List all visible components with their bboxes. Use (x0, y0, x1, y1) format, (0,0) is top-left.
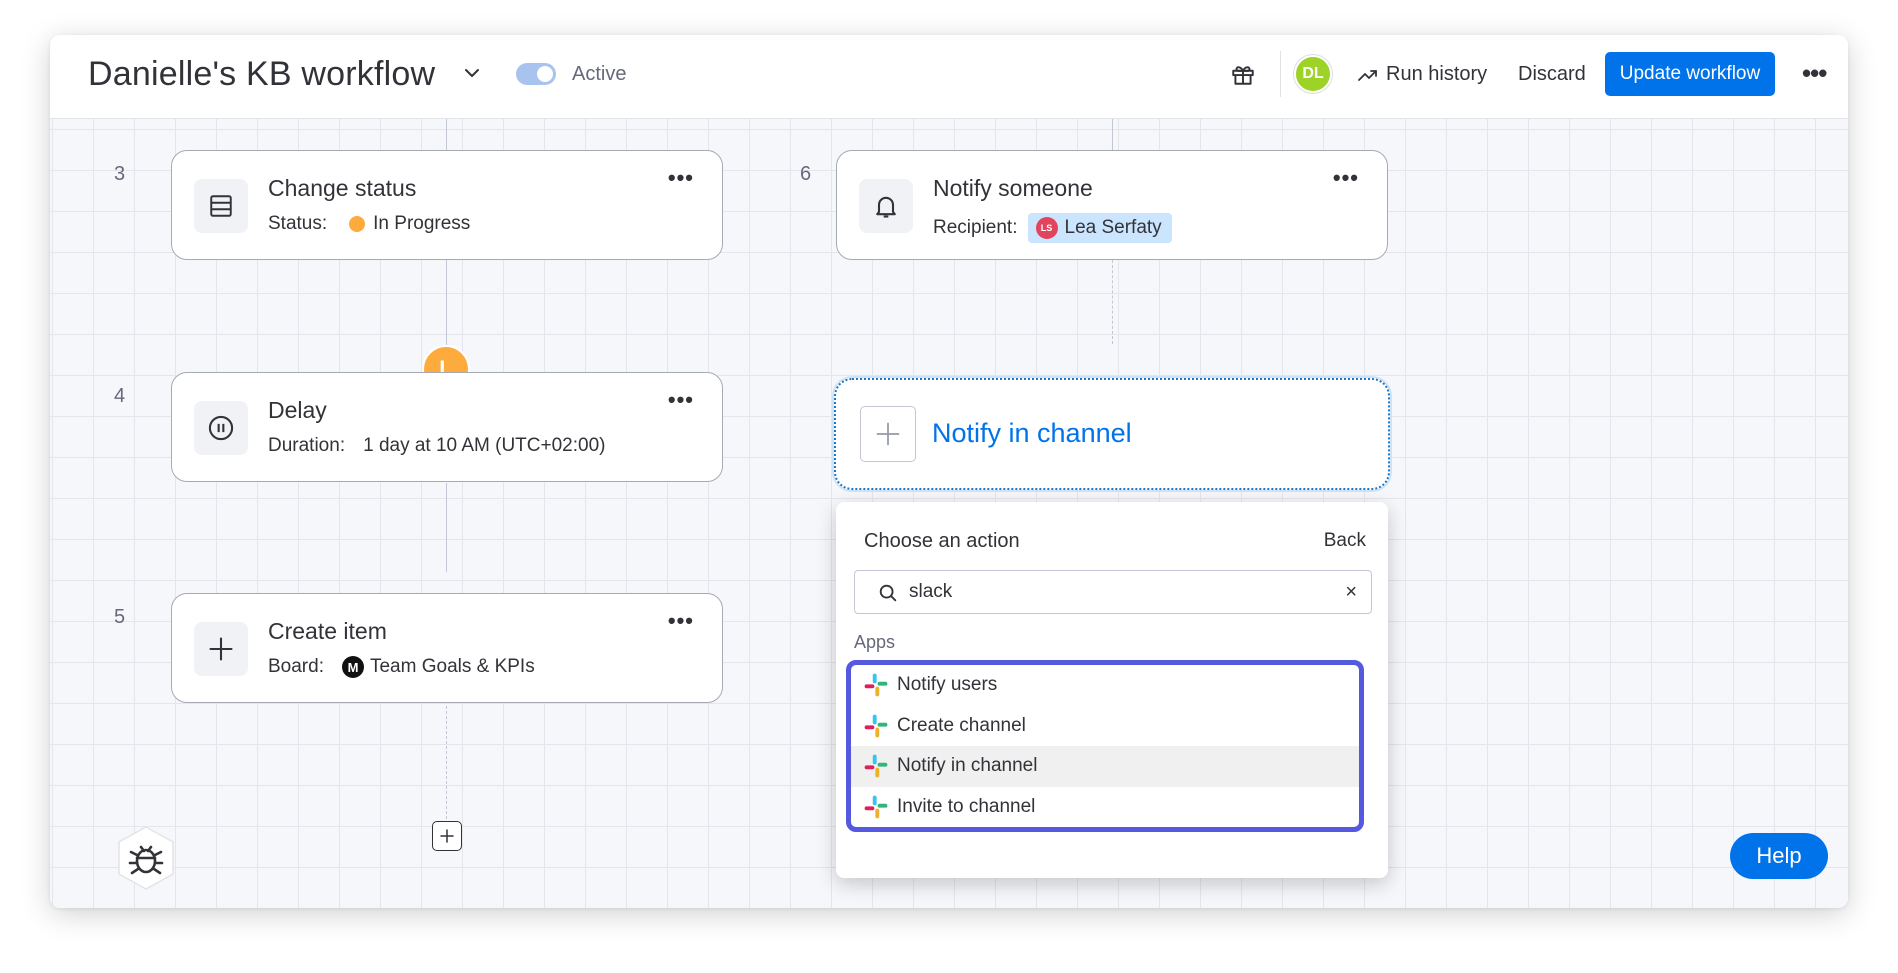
status-value: In Progress (373, 213, 471, 234)
placeholder-label: Notify in channel (932, 418, 1132, 448)
search-icon (879, 584, 897, 602)
connector-line (1112, 119, 1113, 150)
choose-action-dropdown: Choose an action Back × Apps Notify user… (836, 502, 1388, 878)
header-bar: Danielle's KB workflow Active DL Run his… (50, 35, 1848, 119)
step-card-change-status[interactable]: Change status Status: In Progress ••• (171, 150, 723, 260)
duration-value: 1 day at 10 AM (UTC+02:00) (363, 435, 606, 456)
step-detail: Recipient: LS Lea Serfaty (933, 213, 1172, 243)
more-options-icon[interactable]: ••• (1802, 60, 1832, 87)
recipient-avatar: LS (1035, 217, 1058, 239)
board-badge-icon: M (341, 656, 364, 678)
step-detail: Status: In Progress (268, 213, 470, 235)
step-card-create-item[interactable]: Create item Board: M Team Goals & KPIs •… (171, 593, 723, 703)
add-step-button[interactable] (432, 821, 462, 851)
connector-line-dashed (446, 706, 447, 819)
step-card-notify-someone[interactable]: Notify someone Recipient: LS Lea Serfaty… (836, 150, 1388, 260)
action-item-label: Notify in channel (897, 755, 1038, 777)
discard-button[interactable]: Discard (1518, 63, 1586, 86)
chevron-down-icon[interactable] (460, 61, 484, 85)
step-number: 5 (114, 606, 126, 628)
active-label: Active (572, 63, 627, 85)
action-item-invite-to-channel[interactable]: Invite to channel (851, 787, 1359, 828)
action-item-notify-users[interactable]: Notify users (851, 665, 1359, 706)
action-item-label: Create channel (897, 714, 1026, 736)
gift-icon[interactable] (1230, 61, 1256, 87)
slack-icon (864, 673, 888, 697)
plus-icon (440, 829, 454, 843)
list-icon (194, 179, 248, 233)
field-label: Recipient: (933, 217, 1018, 238)
workflow-title[interactable]: Danielle's KB workflow (88, 55, 435, 94)
recipient-chip[interactable]: LS Lea Serfaty (1027, 213, 1172, 243)
step-title: Change status (268, 175, 417, 201)
bell-icon (859, 179, 913, 233)
back-button[interactable]: Back (1324, 530, 1366, 552)
action-list: Notify users Create channel Notify in ch… (846, 660, 1364, 832)
field-label: Duration: (268, 435, 346, 456)
step-title: Create item (268, 618, 387, 644)
slack-icon (864, 714, 888, 738)
more-options-icon[interactable]: ••• (668, 608, 694, 634)
update-workflow-button[interactable]: Update workflow (1605, 52, 1775, 96)
more-options-icon[interactable]: ••• (668, 387, 694, 413)
user-avatar[interactable]: DL (1294, 55, 1332, 93)
action-item-create-channel[interactable]: Create channel (851, 706, 1359, 747)
more-options-icon[interactable]: ••• (1333, 165, 1359, 191)
connector-line (446, 260, 447, 345)
step-detail: Board: M Team Goals & KPIs (268, 656, 535, 678)
run-history-button[interactable]: Run history (1386, 63, 1487, 86)
slack-icon (864, 795, 888, 819)
connector-line (446, 119, 447, 150)
section-label: Apps (854, 632, 896, 652)
connector-line-dashed (1112, 260, 1113, 344)
recipient-name: Lea Serfaty (1064, 217, 1162, 238)
search-field[interactable]: × (854, 570, 1372, 614)
plus-icon (194, 622, 248, 676)
field-label: Board: (268, 656, 324, 677)
plus-icon (860, 406, 916, 462)
pause-circle-icon (194, 401, 248, 455)
step-title: Notify someone (933, 175, 1093, 201)
board-value: Team Goals & KPIs (369, 656, 535, 677)
help-button[interactable]: Help (1730, 833, 1828, 879)
connector-line (446, 483, 447, 572)
trend-icon (1358, 70, 1377, 81)
active-toggle[interactable] (516, 63, 556, 85)
status-dot-icon (349, 216, 366, 232)
step-number: 4 (114, 385, 126, 407)
action-item-label: Invite to channel (897, 795, 1036, 817)
step-detail: Duration: 1 day at 10 AM (UTC+02:00) (268, 435, 605, 457)
search-input[interactable] (909, 579, 1309, 605)
action-item-label: Notify users (897, 674, 998, 696)
step-title: Delay (268, 397, 327, 423)
workflow-window: Danielle's KB workflow Active DL Run his… (50, 35, 1848, 908)
new-step-placeholder[interactable]: Notify in channel (834, 378, 1390, 490)
slack-icon (864, 754, 888, 778)
more-options-icon[interactable]: ••• (668, 165, 694, 191)
action-item-notify-in-channel[interactable]: Notify in channel (851, 746, 1359, 787)
step-number: 6 (800, 163, 812, 185)
step-card-delay[interactable]: Delay Duration: 1 day at 10 AM (UTC+02:0… (171, 372, 723, 482)
header-divider (1280, 51, 1281, 97)
bug-icon[interactable] (116, 825, 176, 891)
dropdown-title: Choose an action (864, 530, 1020, 552)
step-number: 3 (114, 163, 126, 185)
clear-icon[interactable]: × (1345, 581, 1357, 604)
field-label: Status: (268, 213, 328, 234)
